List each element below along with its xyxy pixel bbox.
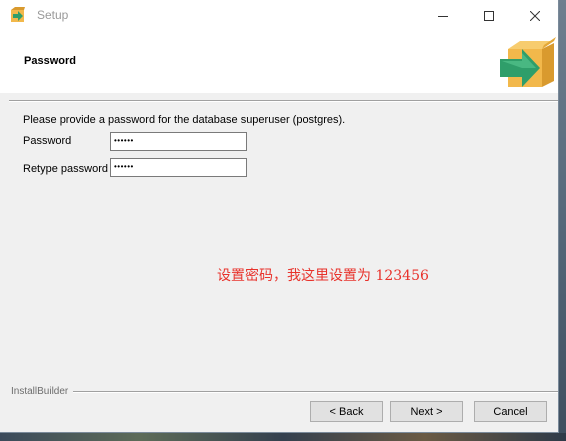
- minimize-button[interactable]: [420, 0, 466, 31]
- next-button[interactable]: Next >: [390, 401, 463, 422]
- setup-app-icon: [11, 7, 25, 22]
- page-title: Password: [24, 55, 76, 67]
- desktop-background-bottom: [0, 433, 566, 441]
- installer-box-arrow-icon: [500, 37, 556, 87]
- retype-password-label: Retype password: [23, 163, 108, 175]
- desktop-background-right: [559, 0, 566, 441]
- back-button[interactable]: < Back: [310, 401, 383, 422]
- installbuilder-label: InstallBuilder: [11, 386, 71, 397]
- cancel-button[interactable]: Cancel: [474, 401, 547, 422]
- header-divider: [9, 100, 558, 102]
- setup-window: Setup Password Please provide a password…: [0, 0, 559, 433]
- minimize-icon: [438, 15, 448, 17]
- window-title: Setup: [37, 8, 69, 22]
- footer-divider: [73, 391, 558, 393]
- password-label: Password: [23, 135, 72, 147]
- retype-password-field[interactable]: ••••••: [110, 158, 247, 177]
- close-icon: [530, 10, 540, 21]
- title-bar[interactable]: Setup: [0, 0, 558, 31]
- close-button[interactable]: [512, 0, 558, 31]
- password-field[interactable]: ••••••: [110, 132, 247, 151]
- annotation-text: 设置密码，我这里设置为 123456: [217, 268, 429, 284]
- maximize-button[interactable]: [466, 0, 512, 31]
- maximize-icon: [484, 10, 494, 21]
- page-header: Password: [0, 31, 558, 93]
- instruction-text: Please provide a password for the databa…: [23, 114, 346, 126]
